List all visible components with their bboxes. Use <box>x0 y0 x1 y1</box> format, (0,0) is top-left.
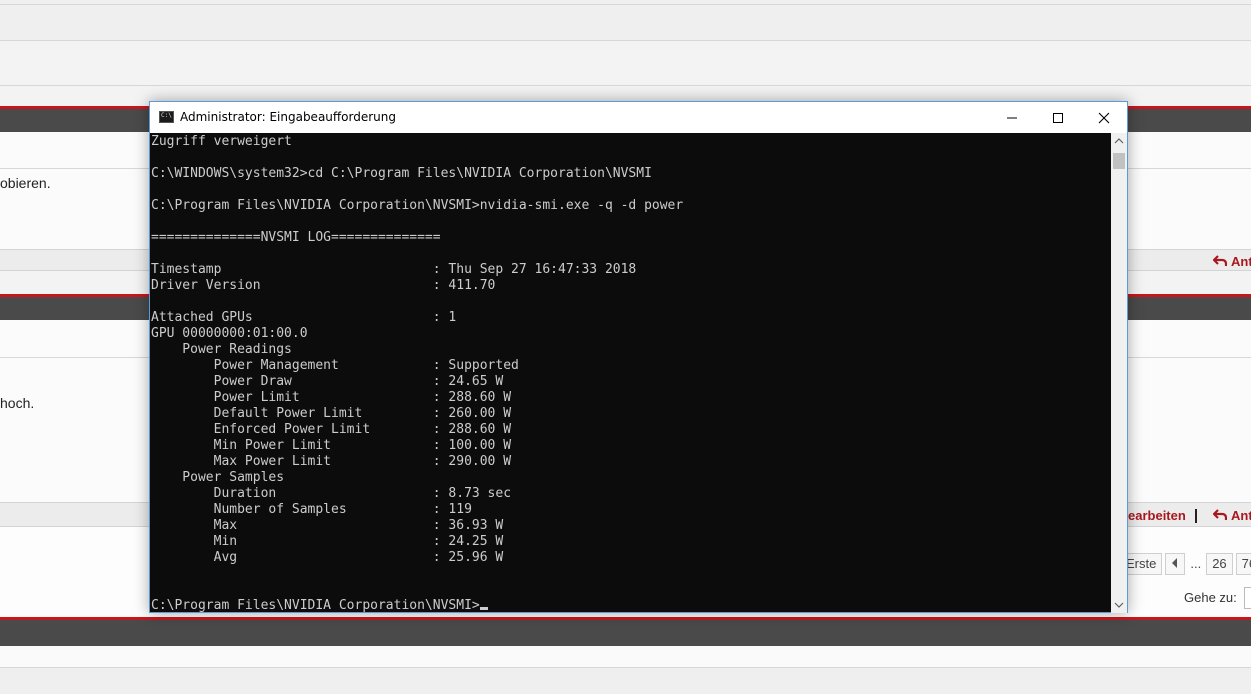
console-line: Duration : 8.73 sec <box>151 486 512 501</box>
reply-label: Ant <box>1231 508 1251 523</box>
maximize-icon <box>1053 113 1063 123</box>
window-titlebar[interactable]: Administrator: Eingabeaufforderung <box>150 102 1127 133</box>
console-line: Default Power Limit : 260.00 W <box>151 406 512 421</box>
cmd-app-icon <box>159 111 174 123</box>
post-text: hoch. <box>0 395 35 411</box>
scroll-down-arrow-icon <box>1114 602 1124 608</box>
divider <box>0 85 1251 86</box>
pagination-prev[interactable] <box>1165 553 1186 575</box>
console-line: Attached GPUs : 1 <box>151 310 457 325</box>
reply-button[interactable]: Ant <box>1213 254 1251 269</box>
console-line: Power Limit : 288.60 W <box>151 390 512 405</box>
reply-label: Ant <box>1231 254 1251 269</box>
reply-arrow-icon <box>1213 255 1227 266</box>
window-title: Administrator: Eingabeaufforderung <box>180 110 396 124</box>
goto-page-input[interactable] <box>1244 587 1251 609</box>
goto-label: Gehe zu: <box>1184 590 1237 605</box>
scroll-down-button[interactable] <box>1111 597 1127 613</box>
minimize-icon <box>1007 117 1017 119</box>
console-line: Number of Samples : 119 <box>151 502 472 517</box>
divider <box>0 40 1251 41</box>
console-scrollbar[interactable] <box>1111 133 1127 613</box>
footer-row <box>0 646 1251 667</box>
console-line: Min Power Limit : 100.00 W <box>151 438 512 453</box>
console-line: C:\Program Files\NVIDIA Corporation\NVSM… <box>151 198 684 213</box>
reply-arrow-icon <box>1213 509 1227 520</box>
post-text: obieren. <box>0 175 51 191</box>
pagination-page[interactable]: 26 <box>1206 553 1233 575</box>
console-line: Power Readings <box>151 342 292 357</box>
reply-button[interactable]: Ant <box>1213 508 1251 523</box>
console-output[interactable]: Zugriff verweigert C:\WINDOWS\system32>cd… <box>151 133 1111 613</box>
chevron-left-icon <box>1172 558 1178 568</box>
scroll-up-button[interactable] <box>1111 133 1127 149</box>
close-button[interactable] <box>1081 102 1127 133</box>
console-line: Driver Version : 411.70 <box>151 278 496 293</box>
console-line: Power Samples <box>151 470 285 485</box>
edit-button[interactable]: earbeiten <box>1128 508 1186 523</box>
console-prompt-line[interactable]: C:\Program Files\NVIDIA Corporation\NVSM… <box>151 598 1111 613</box>
console-line: GPU 00000000:01:00.0 <box>151 326 308 341</box>
scroll-thumb[interactable] <box>1113 153 1125 169</box>
text-cursor <box>479 607 488 610</box>
forum-row <box>0 0 1251 40</box>
footer-bar <box>0 617 1251 646</box>
pagination-ellipsis: ... <box>1190 556 1202 571</box>
console-line: C:\WINDOWS\system32>cd C:\Program Files\… <box>151 166 652 181</box>
console-line: Avg : 25.96 W <box>151 550 504 565</box>
pagination: Erste ... 26 76 <box>1120 553 1251 575</box>
console-line: Max : 36.93 W <box>151 518 504 533</box>
pagination-page[interactable]: 76 <box>1235 553 1251 575</box>
divider <box>0 4 1251 5</box>
console-prompt: C:\Program Files\NVIDIA Corporation\NVSM… <box>151 598 480 613</box>
footer-row <box>0 668 1251 694</box>
action-separator <box>1195 509 1197 523</box>
scroll-up-arrow-icon <box>1114 138 1124 144</box>
command-prompt-window[interactable]: Administrator: Eingabeaufforderung Zugri… <box>149 101 1128 613</box>
console-line: Max Power Limit : 290.00 W <box>151 454 512 469</box>
close-icon <box>1098 112 1110 124</box>
minimize-button[interactable] <box>989 102 1035 133</box>
console-line: Min : 24.25 W <box>151 534 504 549</box>
console-line: Enforced Power Limit : 288.60 W <box>151 422 512 437</box>
console-line: Power Draw : 24.65 W <box>151 374 504 389</box>
maximize-button[interactable] <box>1035 102 1081 133</box>
console-line: ==============NVSMI LOG============== <box>151 230 441 245</box>
console-line: Timestamp : Thu Sep 27 16:47:33 2018 <box>151 262 637 277</box>
console-line: Zugriff verweigert <box>151 134 292 149</box>
console-line: Power Management : Supported <box>151 358 519 373</box>
